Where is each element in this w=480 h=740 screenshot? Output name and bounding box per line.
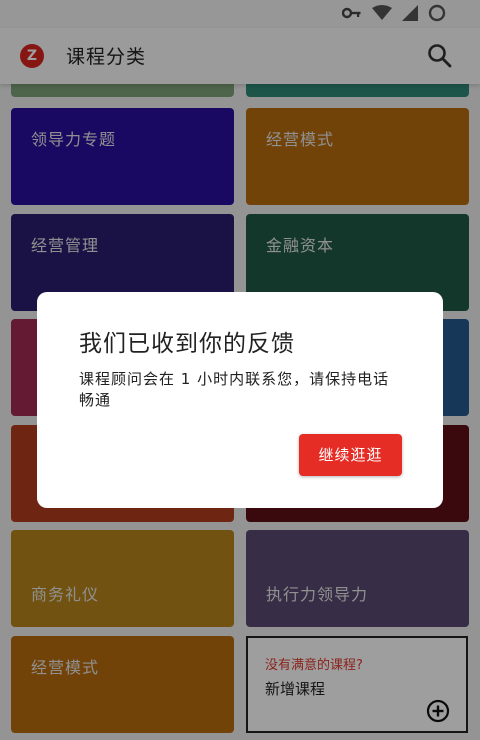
- dialog-message: 课程顾问会在 1 小时内联系您，请保持电话畅通: [79, 370, 390, 409]
- feedback-dialog: 我们已收到你的反馈 课程顾问会在 1 小时内联系您，请保持电话畅通 继续逛逛: [37, 292, 443, 508]
- continue-browsing-button[interactable]: 继续逛逛: [299, 434, 402, 476]
- dialog-title: 我们已收到你的反馈: [79, 331, 295, 357]
